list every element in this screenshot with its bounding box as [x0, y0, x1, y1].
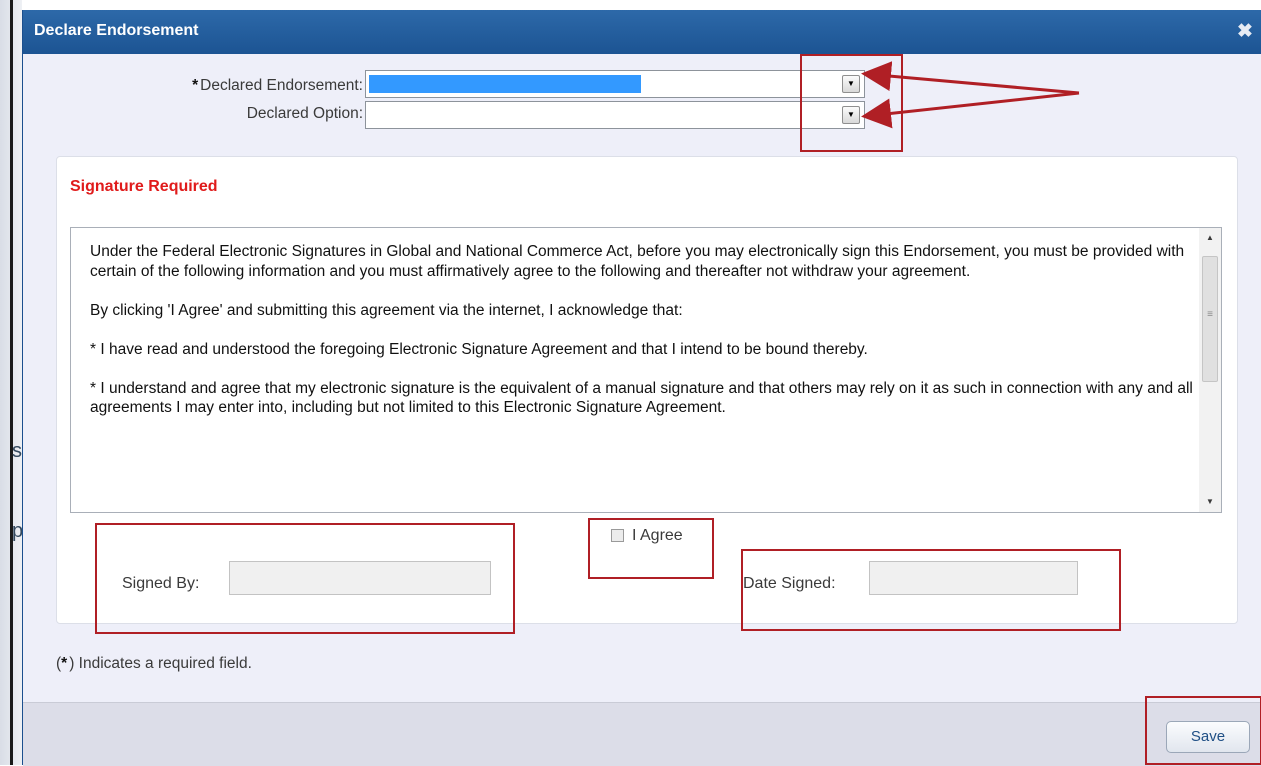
declared-endorsement-select[interactable]: ▼: [365, 70, 865, 98]
signature-required-heading: Signature Required: [70, 178, 218, 195]
agreement-scrollbar[interactable]: ▲ ≡ ▼: [1199, 228, 1221, 512]
agreement-text-box[interactable]: Under the Federal Electronic Signatures …: [70, 227, 1222, 513]
agreement-paragraph: Under the Federal Electronic Signatures …: [90, 243, 1185, 280]
grip-icon: ≡: [1207, 309, 1213, 320]
dialog-title: Declare Endorsement: [34, 22, 199, 39]
declared-option-label: Declared Option:: [246, 105, 363, 122]
window-edge: [10, 0, 13, 765]
annotation-box-save: [1145, 696, 1261, 765]
scroll-down-icon[interactable]: ▼: [1199, 494, 1221, 510]
selected-option-highlight: [369, 75, 641, 93]
background-text-fragment: s: [12, 440, 22, 462]
agreement-text: Under the Federal Electronic Signatures …: [90, 242, 1195, 437]
declared-option-select[interactable]: ▼: [365, 101, 865, 129]
declare-endorsement-dialog: Declare Endorsement ✖ * Declared Endorsem…: [22, 10, 1261, 766]
declared-endorsement-label: * Declared Endorsement:: [192, 77, 363, 94]
scroll-thumb[interactable]: ≡: [1202, 256, 1218, 382]
annotation-box-i-agree: [588, 518, 714, 579]
scroll-up-icon[interactable]: ▲: [1199, 230, 1221, 246]
agreement-paragraph: * I have read and understood the foregoi…: [90, 340, 868, 358]
dialog-title-bar: Declare Endorsement ✖: [23, 10, 1261, 54]
required-field-note: (*) Indicates a required field.: [56, 655, 252, 672]
agreement-paragraph: By clicking 'I Agree' and submitting thi…: [90, 301, 683, 319]
agreement-paragraph: * I understand and agree that my electro…: [90, 379, 1193, 417]
dialog-footer: Save: [23, 702, 1261, 766]
annotation-box-signed-by: [95, 523, 515, 634]
required-asterisk: *: [61, 655, 68, 672]
required-asterisk: *: [192, 77, 199, 94]
annotation-box-date-signed: [741, 549, 1121, 631]
close-icon[interactable]: ✖: [1235, 22, 1255, 42]
annotation-arrows: [861, 61, 1080, 129]
